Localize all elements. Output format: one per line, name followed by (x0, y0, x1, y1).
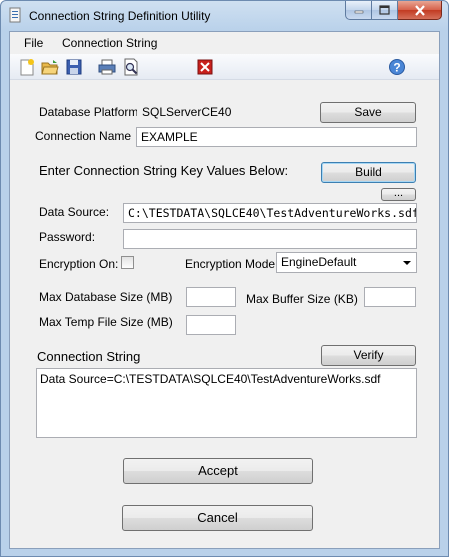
encryption-on-checkbox[interactable] (121, 256, 134, 269)
window-title: Connection String Definition Utility (29, 9, 211, 23)
max-db-size-label: Max Database Size (MB) (39, 290, 173, 304)
encryption-mode-value: EngineDefault (281, 255, 357, 269)
menu-connection-string[interactable]: Connection String (62, 36, 157, 50)
max-temp-size-input[interactable] (186, 315, 236, 335)
data-source-input[interactable]: C:\TESTDATA\SQLCE40\TestAdventureWorks.s… (123, 203, 417, 223)
password-label: Password: (39, 230, 96, 244)
browse-button[interactable]: ... (381, 188, 416, 201)
connection-string-label: Connection String (37, 349, 141, 364)
svg-text:?: ? (393, 61, 400, 75)
accept-button[interactable]: Accept (123, 458, 313, 484)
exit-icon[interactable] (196, 58, 214, 76)
max-buffer-size-input[interactable] (364, 287, 416, 307)
minimize-icon (354, 10, 363, 14)
enter-keys-heading: Enter Connection String Key Values Below… (39, 163, 289, 178)
encryption-mode-label: Encryption Mode: (185, 257, 279, 271)
max-db-size-input[interactable] (186, 287, 236, 307)
app-window: Connection String Definition Utility Fil… (0, 0, 449, 557)
password-input[interactable] (123, 229, 417, 249)
connection-name-input[interactable]: EXAMPLE (136, 127, 417, 147)
print-preview-icon[interactable] (122, 58, 140, 76)
close-button[interactable] (398, 1, 442, 20)
cancel-button[interactable]: Cancel (122, 505, 313, 531)
toolbar: ? (10, 54, 439, 80)
chevron-down-icon (403, 261, 411, 265)
verify-button[interactable]: Verify (321, 345, 416, 366)
open-folder-icon[interactable] (41, 58, 59, 76)
maximize-icon (379, 5, 390, 15)
max-buffer-size-label: Max Buffer Size (KB) (246, 292, 358, 306)
encryption-on-label: Encryption On: (39, 257, 119, 271)
build-button[interactable]: Build (321, 162, 416, 183)
minimize-button[interactable] (345, 1, 372, 20)
max-temp-size-label: Max Temp File Size (MB) (39, 315, 173, 329)
close-icon (414, 4, 425, 16)
app-icon (9, 7, 21, 23)
connection-string-output[interactable]: Data Source=C:\TESTDATA\SQLCE40\TestAdve… (36, 368, 417, 438)
encryption-mode-select[interactable]: EngineDefault (276, 252, 417, 273)
menu-bar: File Connection String (10, 32, 439, 54)
new-file-icon[interactable] (18, 58, 36, 76)
platform-label: Database Platform (39, 105, 139, 119)
maximize-button[interactable] (372, 1, 398, 20)
connection-name-label: Connection Name (35, 129, 132, 143)
client-area: File Connection String ? Database Platfo… (9, 31, 440, 549)
platform-value: SQLServerCE40 (137, 102, 315, 122)
print-icon[interactable] (98, 58, 116, 76)
save-disk-icon[interactable] (65, 58, 83, 76)
data-source-label: Data Source: (39, 205, 110, 219)
save-button[interactable]: Save (320, 102, 416, 123)
title-bar[interactable]: Connection String Definition Utility (1, 1, 448, 31)
menu-file[interactable]: File (24, 36, 43, 50)
caption-buttons (345, 1, 442, 21)
help-icon[interactable]: ? (388, 58, 406, 76)
